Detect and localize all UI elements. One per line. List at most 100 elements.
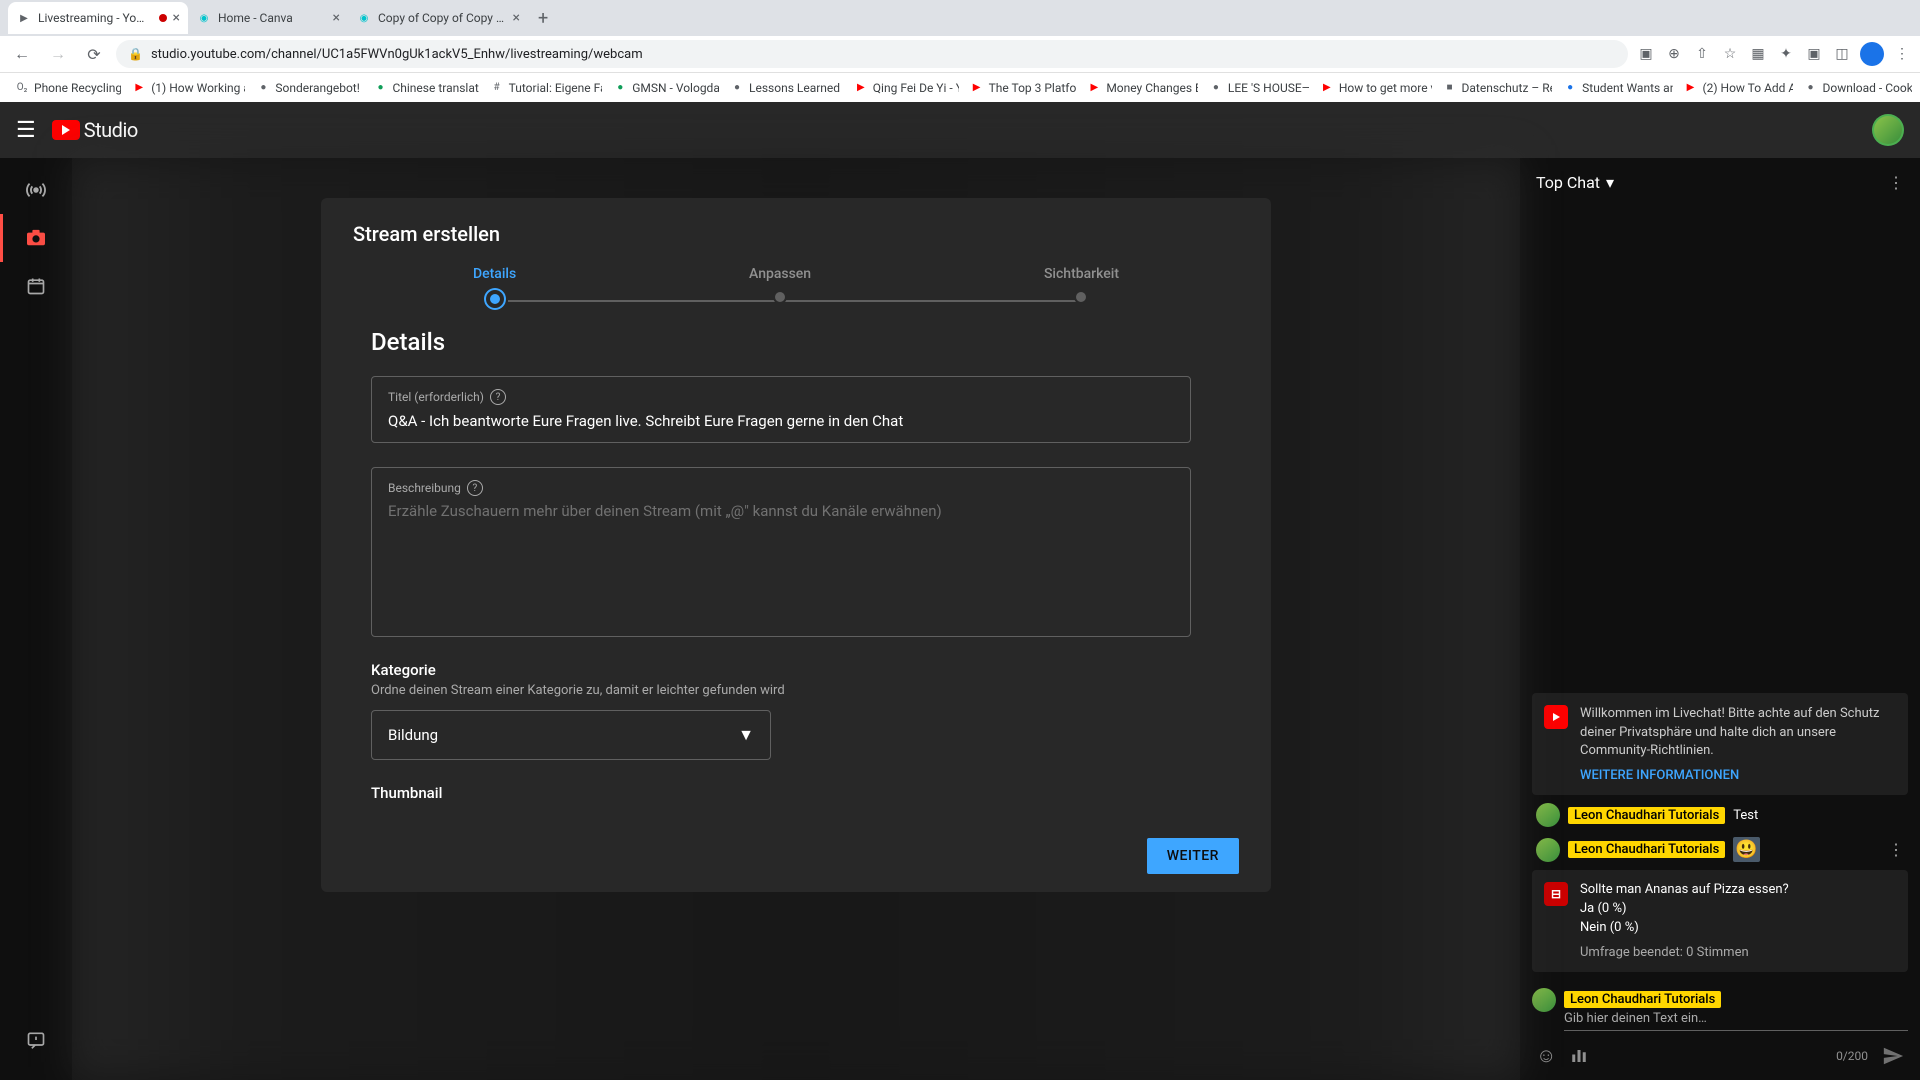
bookmark-item[interactable]: O₂Phone Recycling,… — [8, 80, 121, 96]
thumbnail-label: Thumbnail — [371, 784, 1221, 802]
bookmark-item[interactable]: ●Lessons Learned f… — [723, 80, 843, 96]
content-area: Stream erstellen Details Anpassen Sichtb… — [72, 158, 1520, 1080]
description-textarea[interactable] — [388, 502, 1174, 612]
system-text: Willkommen im Livechat! Bitte achte auf … — [1580, 705, 1896, 760]
title-field[interactable]: Titel (erforderlich) ? — [371, 376, 1191, 443]
help-icon[interactable]: ? — [467, 480, 483, 496]
close-tab-icon[interactable]: × — [173, 10, 180, 26]
step-customize[interactable]: Anpassen — [749, 266, 811, 308]
canva-favicon: ◉ — [196, 10, 212, 26]
kebab-menu-icon[interactable]: ⋮ — [1892, 44, 1912, 64]
bookmark-item[interactable]: ▶How to get more v… — [1313, 80, 1432, 96]
chat-author-badge[interactable]: Leon Chaudhari Tutorials — [1568, 807, 1725, 824]
bookmark-item[interactable]: ●GMSN - Vologda,… — [606, 80, 719, 96]
chat-input-self: Leon Chaudhari Tutorials — [1532, 988, 1908, 1031]
browser-tab-active[interactable]: ▶ Livestreaming - YouTube S × — [8, 2, 188, 34]
panel-icon[interactable]: ◫ — [1832, 44, 1852, 64]
tab-bar: ▶ Livestreaming - YouTube S × ◉ Home - C… — [0, 0, 1920, 36]
dialog-body: Details Titel (erforderlich) ? Beschreib… — [321, 308, 1271, 826]
new-tab-button[interactable]: + — [528, 8, 558, 29]
bookmark-favicon: ■ — [1442, 80, 1458, 96]
chat-avatar[interactable] — [1536, 803, 1560, 827]
chevron-down-icon: ▾ — [1606, 173, 1614, 192]
bookmark-item[interactable]: ▶Money Changes E… — [1080, 80, 1198, 96]
select-value: Bildung — [388, 726, 438, 744]
emoji-picker-icon[interactable]: ☺ — [1536, 1043, 1556, 1068]
camera-icon[interactable]: ▣ — [1636, 44, 1656, 64]
zoom-icon[interactable]: ⊕ — [1664, 44, 1684, 64]
browser-tab[interactable]: ◉ Home - Canva × — [188, 2, 348, 34]
dialog-header: Stream erstellen Details Anpassen Sichtb… — [321, 198, 1271, 308]
chat-author-badge[interactable]: Leon Chaudhari Tutorials — [1568, 841, 1725, 858]
sidebar-item-manage[interactable] — [0, 262, 72, 310]
sidebar — [0, 158, 72, 1080]
next-button[interactable]: WEITER — [1147, 838, 1239, 874]
youtube-studio-logo[interactable]: Studio — [52, 118, 138, 142]
user-avatar[interactable] — [1872, 114, 1904, 146]
back-button[interactable]: ← — [8, 40, 36, 68]
youtube-favicon: ▶ — [16, 10, 32, 26]
sidebar-item-webcam[interactable] — [0, 214, 72, 262]
close-tab-icon[interactable]: × — [513, 10, 520, 26]
url-field[interactable]: 🔒 studio.youtube.com/channel/UC1a5FWVn0g… — [116, 40, 1628, 68]
reload-button[interactable]: ⟳ — [80, 40, 108, 68]
bookmark-favicon: ▶ — [1086, 80, 1102, 96]
extension-icon[interactable]: ▦ — [1748, 44, 1768, 64]
bookmark-item[interactable]: ●Student Wants an… — [1556, 80, 1672, 96]
puzzle-icon[interactable]: ✦ — [1776, 44, 1796, 64]
sidebar-item-stream[interactable] — [0, 166, 72, 214]
category-select[interactable]: Bildung ▼ — [371, 710, 771, 760]
step-details[interactable]: Details — [473, 266, 516, 308]
camera-icon — [25, 229, 47, 247]
chat-input-field[interactable] — [1564, 1007, 1908, 1031]
dialog-title: Stream erstellen — [353, 222, 1239, 246]
bookmark-favicon: ● — [255, 80, 271, 96]
chat-message: Leon Chaudhari Tutorials 😃 ⋮ — [1532, 835, 1908, 864]
tab-title: Home - Canva — [218, 11, 327, 25]
bookmark-item[interactable]: ●Sonderangebot! |… — [249, 80, 362, 96]
bookmark-favicon: ▶ — [853, 80, 869, 96]
bookmark-item[interactable]: ▶(2) How To Add A… — [1677, 80, 1793, 96]
title-input[interactable] — [388, 412, 1174, 430]
help-icon[interactable]: ? — [490, 389, 506, 405]
chat-self-avatar[interactable] — [1532, 988, 1556, 1012]
star-icon[interactable]: ☆ — [1720, 44, 1740, 64]
bookmark-item[interactable]: ●Chinese translati… — [366, 80, 478, 96]
main-content: Stream erstellen Details Anpassen Sichtb… — [72, 158, 1920, 1080]
bookmark-item[interactable]: ▶(1) How Working a… — [125, 80, 245, 96]
chat-more-icon[interactable]: ⋮ — [1888, 173, 1904, 192]
profile-avatar[interactable] — [1860, 42, 1884, 66]
bookmark-item[interactable]: #Tutorial: Eigene Fa… — [483, 80, 603, 96]
step-visibility[interactable]: Sichtbarkeit — [1044, 266, 1119, 308]
description-field[interactable]: Beschreibung ? — [371, 467, 1191, 637]
category-desc: Ordne deinen Stream einer Kategorie zu, … — [371, 683, 1221, 698]
bookmark-item[interactable]: ▶Qing Fei De Yi - Y… — [847, 80, 959, 96]
browser-tab[interactable]: ◉ Copy of Copy of Copy of Cop × — [348, 2, 528, 34]
youtube-icon — [52, 120, 80, 140]
bookmark-item[interactable]: ●LEE 'S HOUSE—… — [1202, 80, 1309, 96]
system-link[interactable]: WEITERE INFORMATIONEN — [1580, 768, 1896, 783]
poll-button-icon[interactable] — [1570, 1047, 1588, 1065]
chat-mode-dropdown[interactable]: Top Chat ▾ — [1536, 173, 1614, 192]
broadcast-icon — [25, 179, 47, 201]
bookmark-item[interactable]: ■Datenschutz – Re… — [1436, 80, 1553, 96]
field-label: Titel (erforderlich) ? — [388, 389, 1174, 405]
chat-self-author: Leon Chaudhari Tutorials — [1564, 991, 1721, 1008]
recording-indicator-icon — [159, 14, 167, 22]
app-body: Stream erstellen Details Anpassen Sichtb… — [0, 158, 1920, 1080]
logo-text: Studio — [84, 118, 138, 142]
youtube-icon — [1544, 705, 1568, 729]
send-button-icon[interactable] — [1882, 1045, 1904, 1067]
ext2-icon[interactable]: ▣ — [1804, 44, 1824, 64]
chat-avatar[interactable] — [1536, 838, 1560, 862]
share-icon[interactable]: ⇧ — [1692, 44, 1712, 64]
hamburger-menu-icon[interactable]: ☰ — [16, 118, 36, 143]
bookmark-item[interactable]: ▶The Top 3 Platfor… — [963, 80, 1077, 96]
close-tab-icon[interactable]: × — [333, 10, 340, 26]
sidebar-item-feedback[interactable] — [0, 1016, 72, 1064]
message-more-icon[interactable]: ⋮ — [1888, 840, 1904, 859]
forward-button[interactable]: → — [44, 40, 72, 68]
bookmark-item[interactable]: ●Download - Cooki… — [1797, 80, 1913, 96]
category-label: Kategorie — [371, 661, 1221, 679]
stepper: Details Anpassen Sichtbarkeit — [353, 246, 1239, 308]
